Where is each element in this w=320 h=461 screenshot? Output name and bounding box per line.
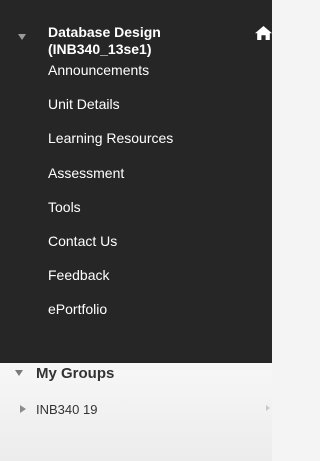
my-groups-title[interactable]: My Groups <box>36 365 114 383</box>
group-row-inb340-19[interactable]: INB340 19 <box>0 401 272 421</box>
chevron-right-icon <box>266 405 270 411</box>
menu-item-tools[interactable]: Tools <box>48 190 173 224</box>
menu-item-learning-resources[interactable]: Learning Resources <box>48 121 173 155</box>
caret-down-icon[interactable] <box>15 370 23 376</box>
menu-item-assessment[interactable]: Assessment <box>48 156 173 190</box>
course-menu-list: Announcements Unit Details Learning Reso… <box>48 53 173 327</box>
my-groups-panel: My Groups INB340 19 <box>0 363 272 461</box>
caret-down-icon[interactable] <box>18 34 26 40</box>
menu-item-announcements[interactable]: Announcements <box>48 53 173 87</box>
menu-item-contact-us[interactable]: Contact Us <box>48 224 173 258</box>
menu-item-eportfolio[interactable]: ePortfolio <box>48 292 173 326</box>
course-menu-panel: Database Design (INB340_13se1) Announcem… <box>0 0 272 363</box>
group-label[interactable]: INB340 19 <box>36 402 97 418</box>
home-icon[interactable] <box>255 26 272 40</box>
course-menu-frame: Database Design (INB340_13se1) Announcem… <box>0 0 272 461</box>
menu-item-feedback[interactable]: Feedback <box>48 258 173 292</box>
menu-item-unit-details[interactable]: Unit Details <box>48 87 173 121</box>
course-title-name: Database Design <box>48 24 161 40</box>
caret-right-icon[interactable] <box>20 405 26 413</box>
